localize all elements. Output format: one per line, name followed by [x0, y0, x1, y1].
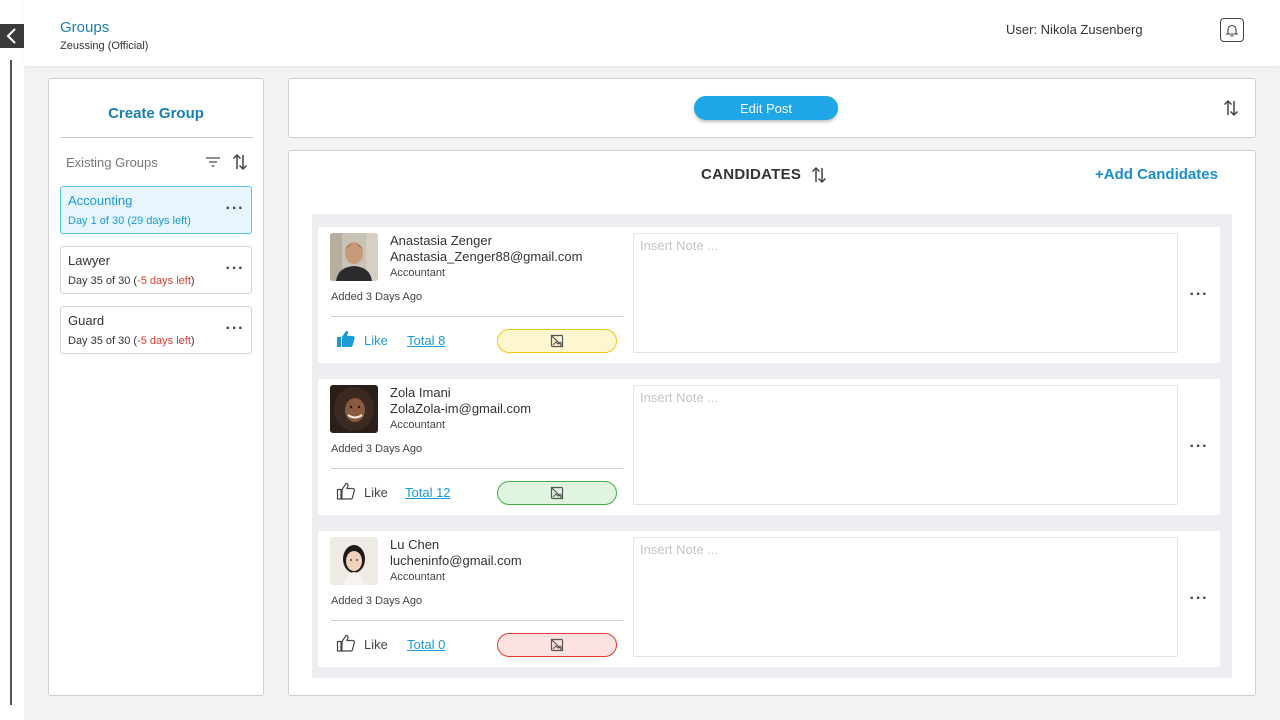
total-likes-link[interactable]: Total 8 [407, 333, 445, 348]
divider [331, 468, 623, 469]
candidate-email: Anastasia_Zenger88@gmail.com [390, 249, 583, 264]
candidate-more-button[interactable]: ··· [1186, 589, 1212, 609]
candidates-panel: CANDIDATES +Add Candidates Anastasia Zen… [288, 150, 1256, 696]
group-days-suffix: ) [190, 275, 195, 287]
more-dots-icon: ··· [1189, 438, 1209, 455]
avatar [330, 233, 378, 281]
groups-sidebar: Create Group Existing Groups Accounting … [48, 78, 264, 696]
avatar [330, 537, 378, 585]
group-item-accounting[interactable]: Accounting Day 1 of 30 (29 days left) ··… [60, 186, 252, 234]
group-name: Lawyer [68, 253, 110, 268]
candidate-list: Anastasia Zenger Anastasia_Zenger88@gmai… [312, 214, 1232, 678]
notifications-button[interactable] [1220, 18, 1244, 42]
more-dots-icon: ··· [225, 200, 245, 217]
note-input[interactable] [633, 233, 1178, 353]
edit-post-button[interactable]: Edit Post [694, 96, 838, 120]
bell-icon [1225, 24, 1239, 37]
group-days-prefix: Day 35 of 30 ( [68, 335, 138, 347]
like-button[interactable]: Like [364, 485, 388, 500]
add-candidates-button[interactable]: +Add Candidates [1095, 166, 1218, 183]
group-days: Day 1 of 30 (29 days left) [68, 215, 191, 227]
thumbs-up-icon[interactable] [336, 329, 356, 349]
no-image-icon [550, 486, 564, 500]
total-likes-link[interactable]: Total 0 [407, 637, 445, 652]
left-rail [0, 0, 24, 720]
more-dots-icon: ··· [225, 260, 245, 277]
group-more-button[interactable]: ··· [225, 321, 245, 337]
more-dots-icon: ··· [1189, 286, 1209, 303]
divider [60, 137, 253, 138]
candidate-added: Added 3 Days Ago [331, 291, 423, 303]
total-likes-link[interactable]: Total 12 [405, 485, 451, 500]
group-days-left: -5 days left [137, 275, 191, 287]
more-dots-icon: ··· [1189, 590, 1209, 607]
no-image-icon [550, 638, 564, 652]
group-item-lawyer[interactable]: Lawyer Day 35 of 30 (-5 days left) ··· [60, 246, 252, 294]
note-input[interactable] [633, 537, 1178, 657]
candidate-more-button[interactable]: ··· [1186, 437, 1212, 457]
group-name: Guard [68, 313, 105, 328]
group-days: Day 35 of 30 (-5 days left) [68, 335, 195, 347]
back-chevron-icon [6, 28, 16, 44]
candidate-email: ZolaZola-im@gmail.com [390, 401, 532, 416]
like-button[interactable]: Like [364, 333, 388, 348]
candidates-title: CANDIDATES [701, 166, 802, 183]
candidate-role: Accountant [390, 267, 446, 279]
existing-groups-label: Existing Groups [66, 155, 158, 170]
user-label: User: Nikola Zusenberg [1006, 22, 1143, 37]
thumbs-up-icon[interactable] [336, 633, 356, 653]
post-toolbar: Edit Post [288, 78, 1256, 138]
more-dots-icon: ··· [225, 320, 245, 337]
page-title: Groups [60, 19, 110, 36]
candidate-name: Zola Imani [390, 385, 451, 400]
sort-icon[interactable] [1223, 99, 1239, 117]
status-button[interactable] [497, 329, 617, 353]
candidate-name: Lu Chen [390, 537, 440, 552]
page-subtitle: Zeussing (Official) [60, 40, 149, 52]
candidate-role: Accountant [390, 571, 446, 583]
candidate-role: Accountant [390, 419, 446, 431]
group-name: Accounting [68, 193, 133, 208]
candidate-name: Anastasia Zenger [390, 233, 492, 248]
sort-icon[interactable] [232, 153, 248, 171]
status-button[interactable] [497, 633, 617, 657]
candidate-email: lucheninfo@gmail.com [390, 553, 522, 568]
no-image-icon [550, 334, 564, 348]
sort-icon[interactable] [811, 166, 827, 184]
group-more-button[interactable]: ··· [225, 261, 245, 277]
candidate-added: Added 3 Days Ago [331, 443, 423, 455]
filter-icon[interactable] [205, 154, 221, 170]
avatar [330, 385, 378, 433]
header: Groups Zeussing (Official) User: Nikola … [24, 0, 1280, 66]
candidate-more-button[interactable]: ··· [1186, 285, 1212, 305]
candidate-card: Lu Chen lucheninfo@gmail.com Accountant … [318, 531, 1220, 667]
group-more-button[interactable]: ··· [225, 201, 245, 217]
rail-scrollbar[interactable] [10, 60, 12, 705]
note-input[interactable] [633, 385, 1178, 505]
divider [331, 316, 623, 317]
group-item-guard[interactable]: Guard Day 35 of 30 (-5 days left) ··· [60, 306, 252, 354]
candidate-card: Zola Imani ZolaZola-im@gmail.com Account… [318, 379, 1220, 515]
back-button[interactable] [0, 24, 24, 48]
status-button[interactable] [497, 481, 617, 505]
divider [331, 620, 623, 621]
group-days-prefix: Day 35 of 30 ( [68, 275, 138, 287]
candidate-added: Added 3 Days Ago [331, 595, 423, 607]
candidate-card: Anastasia Zenger Anastasia_Zenger88@gmai… [318, 227, 1220, 363]
create-group-button[interactable]: Create Group [49, 105, 263, 122]
group-days-suffix: ) [190, 335, 195, 347]
group-days-left: -5 days left [137, 335, 191, 347]
group-days: Day 35 of 30 (-5 days left) [68, 275, 195, 287]
like-button[interactable]: Like [364, 637, 388, 652]
thumbs-up-icon[interactable] [336, 481, 356, 501]
